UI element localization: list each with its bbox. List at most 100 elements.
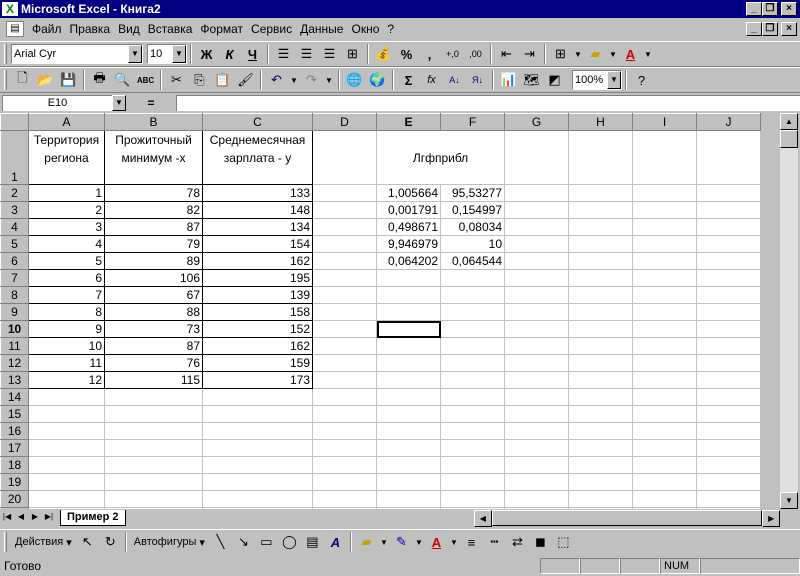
menu-file[interactable]: Файл [28, 22, 66, 36]
cell-h5[interactable] [568, 235, 633, 253]
cell-i8[interactable] [632, 286, 697, 304]
cell-c3[interactable]: 148 [202, 201, 313, 219]
cell-d16[interactable] [312, 422, 377, 440]
merge-center-icon[interactable]: ⊞ [341, 43, 364, 65]
open-folder-icon[interactable]: 📂 [34, 69, 57, 91]
row-header[interactable]: 6 [0, 252, 29, 270]
currency-icon[interactable]: 💰 [372, 43, 395, 65]
row-header[interactable]: 17 [0, 439, 29, 457]
column-header-e[interactable]: E [376, 113, 441, 131]
line-style-icon[interactable]: ≡ [460, 531, 483, 553]
cell-b5[interactable]: 79 [104, 235, 203, 253]
cell-j1[interactable] [696, 130, 761, 185]
column-header-d[interactable]: D [312, 113, 377, 131]
cell-c10[interactable]: 152 [202, 320, 313, 338]
copy-icon[interactable]: ⎘ [188, 69, 211, 91]
cell-c16[interactable] [202, 422, 313, 440]
cell-g13[interactable] [504, 371, 569, 389]
cell-f13[interactable] [440, 371, 505, 389]
italic-button[interactable]: К [218, 43, 241, 65]
drawing-icon[interactable]: ◩ [543, 69, 566, 91]
cell-g16[interactable] [504, 422, 569, 440]
autoshapes-menu[interactable]: Автофигуры ▾ [130, 536, 209, 549]
name-box[interactable]: E10 [2, 95, 112, 111]
cell-e12[interactable] [376, 354, 441, 372]
cell-f6[interactable]: 0,064544 [440, 252, 505, 270]
cell-b17[interactable] [104, 439, 203, 457]
row-header[interactable]: 16 [0, 422, 29, 440]
print-preview-icon[interactable]: 🔍 [111, 69, 134, 91]
percent-button[interactable]: % [395, 43, 418, 65]
line-icon[interactable]: ╲ [209, 531, 232, 553]
cell-c20[interactable] [202, 490, 313, 508]
row-header[interactable]: 9 [0, 303, 29, 321]
menu-data[interactable]: Данные [296, 22, 347, 36]
horizontal-scroll-thumb[interactable] [491, 510, 763, 526]
column-header-h[interactable]: H [568, 113, 633, 131]
column-header-i[interactable]: I [632, 113, 697, 131]
last-sheet-icon[interactable]: ▶| [42, 510, 56, 525]
close-button[interactable]: × [781, 2, 797, 16]
cell-j9[interactable] [696, 303, 761, 321]
cell-j6[interactable] [696, 252, 761, 270]
font-name-combo[interactable]: Arial Cyr ▼ [11, 44, 143, 64]
sort-descending-icon[interactable]: Я↓ [466, 69, 489, 91]
select-objects-icon[interactable]: ↖ [76, 531, 99, 553]
doc-close-button[interactable]: × [781, 22, 797, 36]
rectangle-icon[interactable]: ▭ [255, 531, 278, 553]
cell-f3[interactable]: 0,154997 [440, 201, 505, 219]
cell-d9[interactable] [312, 303, 377, 321]
cell-h12[interactable] [568, 354, 633, 372]
cell-g7[interactable] [504, 269, 569, 287]
borders-icon[interactable]: ⊞ [549, 43, 572, 65]
cell-g19[interactable] [504, 473, 569, 491]
cell-f8[interactable] [440, 286, 505, 304]
select-all-button[interactable] [0, 113, 29, 131]
cell-c2[interactable]: 133 [202, 184, 313, 202]
text-box-icon[interactable]: ▤ [301, 531, 324, 553]
document-icon[interactable]: ▤ [6, 21, 24, 37]
undo-icon[interactable]: ↶ [265, 69, 288, 91]
horizontal-scrollbar[interactable]: ◀ ▶ [474, 510, 780, 527]
restore-button[interactable]: ❐ [762, 2, 778, 16]
align-left-icon[interactable]: ☰ [272, 43, 295, 65]
vertical-scrollbar[interactable]: ▲ ▼ [780, 113, 798, 509]
cell-j10[interactable] [696, 320, 761, 338]
scroll-right-icon[interactable]: ▶ [762, 510, 780, 527]
cell-h8[interactable] [568, 286, 633, 304]
cell-g4[interactable] [504, 218, 569, 236]
cell-g6[interactable] [504, 252, 569, 270]
cell-a8[interactable]: 7 [28, 286, 105, 304]
cell-j5[interactable] [696, 235, 761, 253]
row-header[interactable]: 8 [0, 286, 29, 304]
row-header[interactable]: 15 [0, 405, 29, 423]
new-document-icon[interactable]: 🗋 [11, 69, 34, 91]
cell-h13[interactable] [568, 371, 633, 389]
cell-b10[interactable]: 73 [104, 320, 203, 338]
row-header[interactable]: 7 [0, 269, 29, 287]
first-sheet-icon[interactable]: |◀ [0, 510, 14, 525]
cell-g10[interactable] [504, 320, 569, 338]
cell-e9[interactable] [376, 303, 441, 321]
cell-j16[interactable] [696, 422, 761, 440]
underline-button[interactable]: Ч [241, 43, 264, 65]
cell-i12[interactable] [632, 354, 697, 372]
cell-d19[interactable] [312, 473, 377, 491]
cell-c5[interactable]: 154 [202, 235, 313, 253]
cell-d4[interactable] [312, 218, 377, 236]
cell-a2[interactable]: 1 [28, 184, 105, 202]
cell-a3[interactable]: 2 [28, 201, 105, 219]
cell-i14[interactable] [632, 388, 697, 406]
cell-f2[interactable]: 95,53277 [440, 184, 505, 202]
cell-d5[interactable] [312, 235, 377, 253]
chevron-down-icon[interactable]: ▼ [572, 43, 584, 65]
oval-icon[interactable]: ◯ [278, 531, 301, 553]
cell-c19[interactable] [202, 473, 313, 491]
cell-j14[interactable] [696, 388, 761, 406]
autosum-button[interactable]: Σ [397, 69, 420, 91]
cell-c4[interactable]: 134 [202, 218, 313, 236]
cell-j7[interactable] [696, 269, 761, 287]
cell-f15[interactable] [440, 405, 505, 423]
row-header[interactable]: 19 [0, 473, 29, 491]
cell-h17[interactable] [568, 439, 633, 457]
